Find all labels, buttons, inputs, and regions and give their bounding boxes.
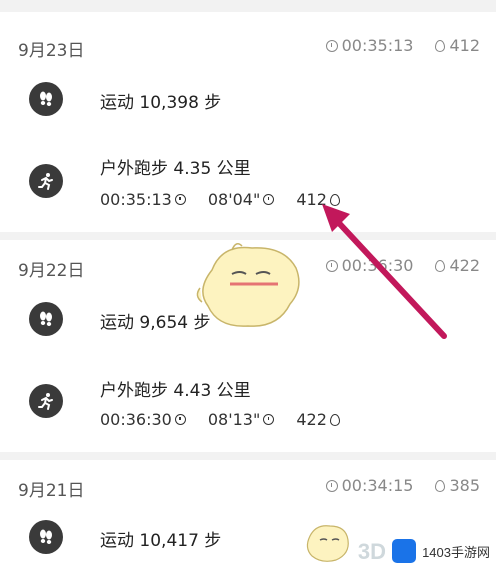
activity-title: 运动 9,654 步 [100, 313, 211, 333]
day-total-time: 00:35:13 [341, 36, 414, 55]
day-summary: 00:34:15 385 [325, 476, 480, 495]
day-total-calories: 412 [449, 36, 480, 55]
clock-icon [325, 259, 338, 272]
clock-icon [325, 39, 338, 52]
clock-icon [263, 194, 275, 205]
activity-stats: 00:35:13 08'04" 412 [100, 190, 362, 209]
day-header: 9月22日 00:36:30 422 [0, 246, 496, 286]
activity-row-run[interactable]: 户外跑步 4.43 公里 00:36:30 08'13" 422 [0, 372, 496, 432]
activity-row-run[interactable]: 户外跑步 4.35 公里 00:35:13 08'04" 412 [0, 150, 496, 210]
flame-icon [435, 479, 446, 492]
watermark-text: 1403手游网 [422, 544, 490, 560]
duration: 00:35:13 [100, 190, 172, 209]
day-date: 9月21日 [18, 481, 85, 501]
day-header: 9月21日 00:34:15 385 [0, 466, 496, 506]
pace: 08'13" [207, 410, 261, 429]
activity-stats: 00:36:30 08'13" 422 [100, 410, 362, 429]
day-date: 9月22日 [18, 261, 85, 281]
footprints-icon [29, 82, 63, 116]
day-total-time: 00:34:15 [341, 476, 414, 495]
flame-icon [329, 193, 340, 206]
watermark: 1403手游网 [392, 539, 490, 563]
clock-icon [174, 194, 186, 205]
flame-icon [435, 39, 446, 52]
clock-icon [174, 414, 186, 425]
clock-icon [325, 479, 338, 492]
activity-row-steps[interactable]: 运动 10,398 步 [0, 70, 496, 130]
activity-title: 户外跑步 4.43 公里 [100, 381, 251, 401]
activity-title: 户外跑步 4.35 公里 [100, 159, 251, 179]
watermark-logo-icon [392, 539, 417, 563]
activity-title: 运动 10,417 步 [100, 531, 222, 551]
flame-icon [329, 413, 340, 426]
day-header: 9月23日 00:35:13 412 [0, 26, 496, 66]
day-total-time: 00:36:30 [341, 256, 414, 275]
section-divider [0, 232, 496, 240]
flame-icon [435, 259, 446, 272]
watermark-3d: 3D [357, 539, 386, 564]
calories: 422 [296, 410, 327, 429]
clock-icon [263, 414, 275, 425]
top-divider [0, 0, 496, 12]
section-divider [0, 452, 496, 460]
calories: 412 [296, 190, 327, 209]
pace: 08'04" [207, 190, 261, 209]
day-date: 9月23日 [18, 41, 85, 61]
runner-icon [29, 164, 63, 198]
activity-row-steps[interactable]: 运动 9,654 步 [0, 290, 496, 350]
footprints-icon [29, 520, 63, 554]
runner-icon [29, 384, 63, 418]
day-total-calories: 385 [449, 476, 480, 495]
day-summary: 00:35:13 412 [325, 36, 480, 55]
day-total-calories: 422 [449, 256, 480, 275]
activity-title: 运动 10,398 步 [100, 93, 222, 113]
footprints-icon [29, 302, 63, 336]
day-summary: 00:36:30 422 [325, 256, 480, 275]
duration: 00:36:30 [100, 410, 172, 429]
